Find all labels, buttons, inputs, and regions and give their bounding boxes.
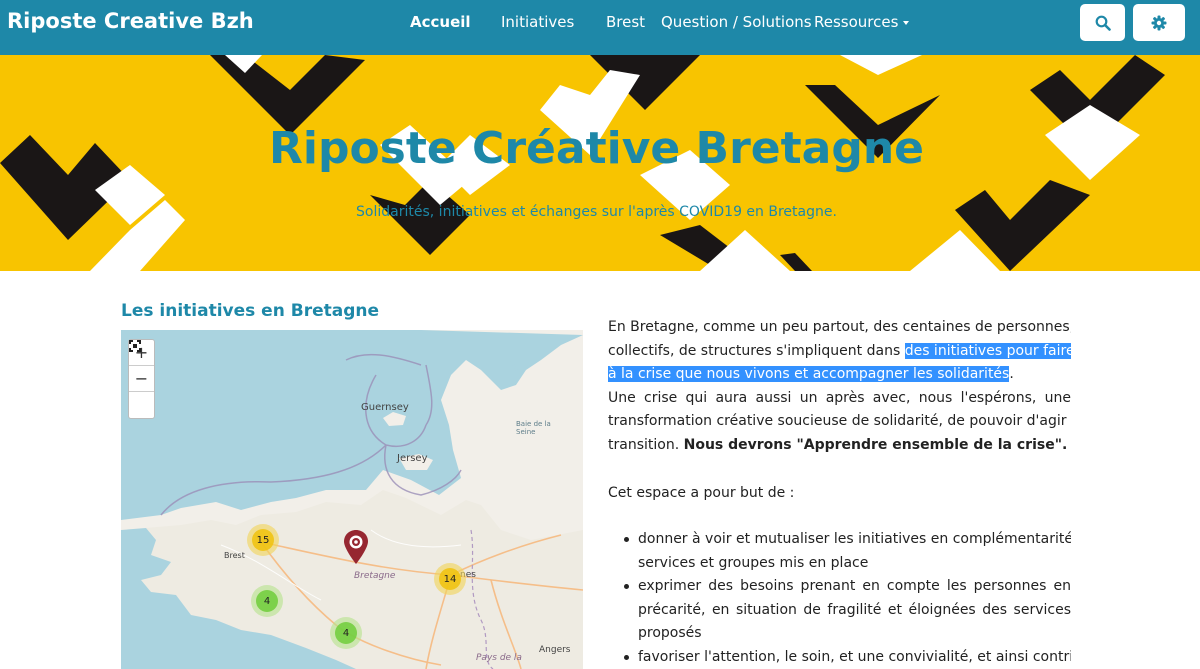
caret-down-icon [903,20,910,25]
bullet-dot [624,654,629,660]
map-marker-icon[interactable] [343,529,369,565]
cluster-count: 4 [335,622,357,644]
cluster-marker[interactable]: 4 [330,617,362,649]
nav-initiatives[interactable]: Initiatives [501,13,574,31]
section-title: Les initiatives en Bretagne [121,301,380,321]
hero-banner: Riposte Créative Bretagne Solidarités, i… [0,55,1200,271]
list-item-line: services et groupes mis en place [638,554,869,571]
search-button[interactable] [1080,4,1125,41]
bullet-dot [624,537,629,542]
nav-brest[interactable]: Brest [606,13,645,31]
zoom-out-button[interactable]: − [129,366,154,392]
list-item-line: favoriser l'attention, le soin, et une c… [638,648,1071,665]
purpose-list: donner à voir et mutualiser les initiati… [624,528,1071,669]
list-item: favoriser l'attention, le soin, et une c… [624,646,1071,669]
gear-icon [1151,15,1167,30]
map-label-angers: Angers [539,645,571,655]
intro-line: transformation créative soucieuse de sol… [608,413,1071,429]
list-item: exprimer des besoins prenant en compte l… [624,575,1071,646]
hero-title: Riposte Créative Bretagne [268,123,924,174]
highlighted-text: des initiatives pour faire face [904,342,1071,359]
intro-line: Une crise qui aura aussi un après avec, … [608,389,1071,406]
intro-line: collectifs, de structures s'impliquent d… [608,340,1071,364]
purpose-line: Cet espace a pour but de : [608,485,795,501]
list-item-line: exprimer des besoins prenant en compte l… [638,578,1071,594]
initiatives-map[interactable]: + − Guernsey Jersey Baie de la Seine Bre… [121,330,583,669]
intro-paragraph: En Bretagne, comme un peu partout, des c… [608,316,1071,457]
site-brand[interactable]: Riposte Creative Bzh [7,9,254,33]
purpose-text: Cet espace a pour but de : [608,482,1071,506]
nav-ressources-label: Ressources [814,13,899,31]
map-label-brest: Brest [224,551,245,560]
settings-button[interactable] [1133,4,1185,41]
top-navbar: Riposte Creative Bzh Accueil Initiatives… [0,0,1200,55]
map-label-jersey: Jersey [397,453,428,464]
cluster-marker[interactable]: 4 [251,585,283,617]
cluster-count: 15 [252,529,274,551]
hero-subtitle: Solidarités, initiatives et échanges sur… [356,204,837,220]
intro-text: transition. [608,436,684,453]
cluster-marker[interactable]: 14 [434,563,466,595]
list-item-line: précarité, en situation de fragilité et … [638,601,1071,618]
map-label-baie: Baie de la Seine [516,420,551,436]
cluster-count: 4 [256,590,278,612]
nav-accueil[interactable]: Accueil [410,13,471,31]
intro-line: transition. Nous devrons "Apprendre ense… [608,434,1071,458]
search-icon [1095,15,1111,31]
map-controls: + − [128,339,155,419]
bullet-dot [624,584,629,589]
fullscreen-button[interactable] [129,340,154,418]
map-label-pays-de-la: Pays de la [476,653,522,663]
map-label-guernsey: Guernsey [361,402,409,413]
nav-question-solutions[interactable]: Question / Solutions [661,13,812,31]
intro-bold-text: Nous devrons "Apprendre ensemble de la c… [683,436,1068,453]
list-item-line: donner à voir et mutualiser les initiati… [638,531,1071,547]
highlighted-text: à la crise que nous vivons et accompagne… [608,366,1010,382]
intro-text: . [1009,366,1014,382]
map-label-bretagne: Bretagne [354,571,396,581]
list-item-line: proposés [638,625,702,641]
cluster-count: 14 [439,568,461,590]
fullscreen-icon [129,340,141,352]
nav-ressources-dropdown[interactable]: Ressources [814,13,910,31]
cluster-marker[interactable]: 15 [247,524,279,556]
intro-line: En Bretagne, comme un peu partout, des c… [608,319,1071,335]
intro-line: à la crise que nous vivons et accompagne… [608,363,1071,387]
list-item: donner à voir et mutualiser les initiati… [624,528,1071,575]
intro-text: collectifs, de structures s'impliquent d… [608,342,905,359]
